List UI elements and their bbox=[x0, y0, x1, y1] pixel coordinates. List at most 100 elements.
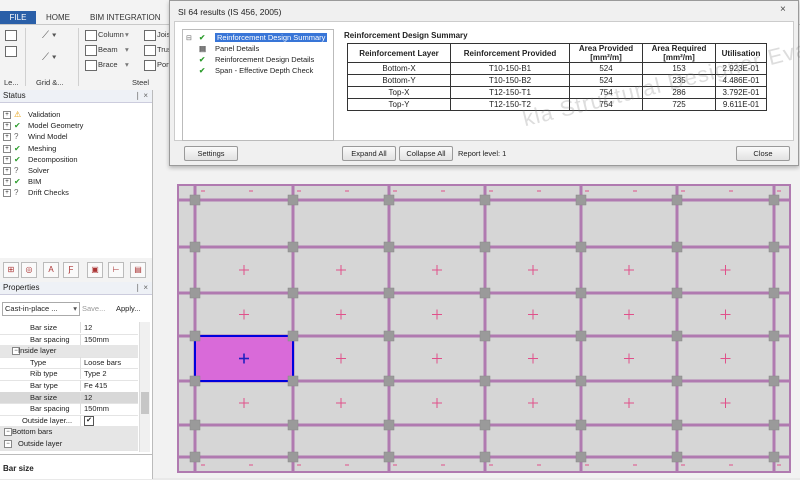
check-icon: ✔ bbox=[14, 177, 21, 187]
beam-dropdown-icon[interactable]: ▾ bbox=[125, 45, 129, 54]
status-item-label: Meshing bbox=[28, 143, 57, 153]
property-value[interactable]: 12 bbox=[84, 392, 92, 403]
status-item[interactable]: + ⚠ Validation bbox=[0, 109, 152, 120]
collapse-icon[interactable]: − bbox=[4, 428, 12, 437]
tree-item-reinforcement-design-summary[interactable]: ✔ Reinforcement Design Summary bbox=[199, 33, 328, 42]
expand-icon[interactable]: + bbox=[3, 166, 11, 175]
structure-tree-icon[interactable]: ⊞ bbox=[3, 262, 19, 278]
design-icon[interactable]: Ƒ bbox=[63, 262, 79, 278]
expand-icon[interactable]: + bbox=[3, 178, 11, 187]
close-icon[interactable]: × bbox=[780, 4, 786, 15]
status-item[interactable]: + ✔ Model Geometry bbox=[0, 120, 152, 131]
property-value[interactable]: 12 bbox=[84, 322, 92, 333]
loading-icon[interactable]: ◎ bbox=[21, 262, 37, 278]
analysis-icon[interactable]: A bbox=[43, 262, 59, 278]
status-item[interactable]: +? Solver bbox=[0, 165, 152, 176]
file-tab[interactable]: FILE bbox=[0, 11, 36, 24]
levels-icon[interactable] bbox=[5, 30, 17, 41]
column-dropdown-icon[interactable]: ▾ bbox=[125, 30, 129, 39]
column-divider bbox=[80, 368, 81, 380]
column-icon[interactable] bbox=[85, 30, 97, 41]
column-marker bbox=[383, 419, 395, 431]
outside-layer-checkbox[interactable]: ✔ bbox=[84, 415, 94, 426]
settings-button[interactable]: Settings bbox=[184, 146, 238, 161]
column-marker bbox=[189, 194, 201, 206]
column-divider bbox=[80, 403, 81, 415]
table-cell: Top-Y bbox=[347, 98, 451, 111]
collapse-icon[interactable]: − bbox=[4, 440, 12, 448]
panel-pin-close-icon[interactable]: ❘ × bbox=[134, 282, 148, 294]
column-marker bbox=[287, 287, 299, 299]
report-icon[interactable]: ⊢ bbox=[108, 262, 124, 278]
status-tree: + ⚠ Validation + ✔ Model Geometry +? Wind Model… bbox=[0, 103, 152, 199]
scrollbar-thumb[interactable] bbox=[141, 392, 149, 414]
grid-tool-icon[interactable]: ⟋ ▾ bbox=[42, 52, 57, 63]
column-button[interactable]: Column bbox=[98, 30, 124, 39]
column-marker bbox=[575, 375, 587, 387]
column-marker bbox=[768, 194, 780, 206]
expand-icon[interactable]: + bbox=[3, 111, 11, 119]
collapse-all-button[interactable]: Collapse All bbox=[399, 146, 453, 161]
property-value[interactable]: Type 2 bbox=[84, 368, 107, 379]
column-divider bbox=[80, 322, 81, 333]
line-tool-icon[interactable]: ⟋ ▾ bbox=[42, 30, 57, 41]
question-icon: ? bbox=[14, 132, 19, 142]
save-button[interactable]: Save... bbox=[82, 304, 105, 313]
column-marker bbox=[287, 419, 299, 431]
properties-scrollbar[interactable] bbox=[139, 322, 150, 452]
status-item[interactable]: +? Drift Checks bbox=[0, 187, 152, 198]
tree-item-reinforcement-design-details[interactable]: ✔ Reinforcement Design Details bbox=[199, 55, 314, 64]
tab-home[interactable]: HOME bbox=[46, 11, 70, 24]
column-marker bbox=[768, 451, 780, 463]
property-value[interactable]: Loose bars bbox=[84, 357, 121, 368]
expand-icon[interactable]: + bbox=[3, 155, 11, 164]
property-name: Bar size bbox=[30, 323, 58, 332]
tree-item-panel-details[interactable]: ▤ Panel Details bbox=[199, 44, 259, 53]
truss-icon[interactable] bbox=[144, 45, 156, 56]
column-marker bbox=[768, 287, 780, 299]
expand-icon[interactable]: + bbox=[3, 122, 11, 131]
expand-all-button[interactable]: Expand All bbox=[342, 146, 396, 161]
column-marker bbox=[671, 287, 683, 299]
column-marker bbox=[189, 287, 201, 299]
property-value[interactable]: 150mm bbox=[84, 403, 109, 414]
portal-icon[interactable] bbox=[144, 60, 156, 71]
beam-icon[interactable] bbox=[85, 45, 97, 56]
close-button[interactable]: Close bbox=[736, 146, 790, 161]
property-value[interactable]: 150mm bbox=[84, 334, 109, 345]
column-header: Reinforcement Provided bbox=[450, 43, 570, 63]
apply-button[interactable]: Apply... bbox=[116, 304, 140, 313]
panel-pin-close-icon[interactable]: ❘ × bbox=[134, 90, 148, 102]
beam-button[interactable]: Beam bbox=[98, 45, 118, 54]
tab-bim-integration[interactable]: BIM INTEGRATION bbox=[90, 11, 161, 24]
side-toolbar: ⊞ ◎ A Ƒ ▣ ⊢ ▤ bbox=[0, 258, 153, 283]
status-item-label: Solver bbox=[28, 165, 50, 175]
tree-item-span-effective-depth-check[interactable]: ✔ Span - Effective Depth Check bbox=[199, 66, 313, 75]
layers-icon[interactable] bbox=[5, 46, 17, 57]
brace-icon[interactable] bbox=[85, 60, 97, 71]
joist-icon[interactable] bbox=[144, 30, 156, 41]
column-marker bbox=[575, 330, 587, 342]
properties-panel: Properties ❘ × Cast-in-place ... ▾ Save.… bbox=[0, 282, 153, 454]
bim-icon[interactable]: ▤ bbox=[130, 262, 146, 278]
lock-icon[interactable]: ▣ bbox=[87, 262, 103, 278]
expand-icon[interactable]: + bbox=[3, 189, 11, 198]
status-item[interactable]: +? Wind Model bbox=[0, 131, 152, 142]
status-item[interactable]: + ✔ Meshing bbox=[0, 143, 152, 154]
property-section[interactable]: − Outside layer bbox=[0, 438, 138, 451]
expand-icon[interactable]: + bbox=[3, 133, 11, 142]
expand-icon[interactable]: + bbox=[3, 144, 11, 153]
property-name: Type bbox=[30, 357, 47, 367]
column-divider bbox=[80, 391, 81, 403]
properties-title: Properties bbox=[3, 283, 40, 292]
group-levels-label: Le... bbox=[4, 78, 19, 87]
property-set-select[interactable]: Cast-in-place ... ▾ bbox=[2, 302, 80, 316]
tree-collapse-icon[interactable]: ⊟ bbox=[186, 34, 192, 42]
property-value[interactable]: Fe 415 bbox=[84, 380, 107, 391]
property-description-title: Bar size bbox=[3, 464, 34, 473]
status-item[interactable]: + ✔ Decomposition bbox=[0, 154, 152, 165]
brace-dropdown-icon[interactable]: ▾ bbox=[125, 60, 129, 69]
brace-button[interactable]: Brace bbox=[98, 60, 118, 69]
status-title: Status bbox=[3, 91, 26, 100]
status-item[interactable]: + ✔ BIM bbox=[0, 176, 152, 187]
